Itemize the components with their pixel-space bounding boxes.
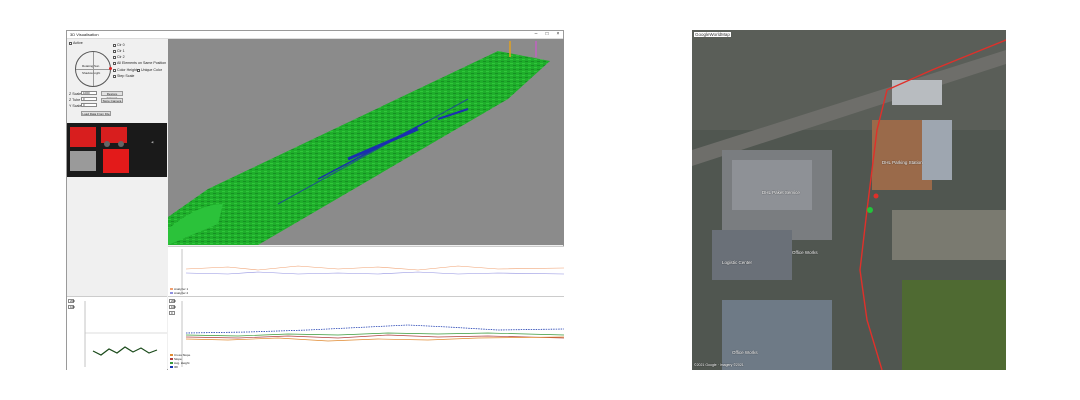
map-imagery — [692, 30, 1006, 370]
map-label: Office Works — [732, 350, 758, 355]
minimize-icon[interactable]: – — [531, 31, 541, 38]
field-label: Z Tube — [69, 98, 81, 102]
svg-text:◀: ◀ — [151, 140, 154, 144]
active-checkbox[interactable]: Active — [69, 41, 83, 45]
legend-label: Analyzer 2 — [174, 291, 189, 295]
checkbox-cir1[interactable]: Cir 1 — [113, 49, 125, 53]
field — [902, 280, 1006, 370]
checkbox-color-height[interactable]: Color Height — [113, 68, 137, 72]
sun-compass[interactable]: Rotating Sun Shadow Light — [75, 51, 112, 87]
app-window: 3D Visualisation – □ × Active Rotating S… — [66, 30, 565, 370]
checkbox-label: Step Scale — [117, 74, 135, 78]
field-label: Y Scale — [69, 104, 82, 108]
vehicle-top-icon — [70, 151, 96, 171]
metrics-plot: 200 100 0 Cross Slope Slope Avg. Height … — [168, 296, 564, 370]
trace-line — [84, 301, 167, 367]
checkbox-label: Cir 0 — [117, 43, 125, 47]
vehicle-icons: ◀ — [70, 127, 154, 173]
window-title: 3D Visualisation — [70, 32, 99, 37]
checkbox-label: Cir 2 — [117, 55, 125, 59]
checkbox-cir2[interactable]: Cir 2 — [113, 55, 125, 59]
control-panel: Active Rotating Sun Shadow Light Cir 0 C… — [67, 39, 167, 295]
terrain-3d-view[interactable] — [168, 39, 564, 245]
restore-camera-button[interactable]: Restore Camera — [101, 91, 123, 100]
building — [712, 230, 792, 280]
y-scale-input[interactable]: 0 — [81, 103, 97, 107]
map-label: Office Works — [792, 250, 818, 255]
map-header: GoogleWorldMap — [694, 32, 731, 37]
terrain-surface — [168, 41, 550, 245]
satellite-map[interactable]: GoogleWorldMap DHL Parking Station DHL P… — [692, 30, 1006, 370]
checkbox-label: Cir 1 — [117, 49, 125, 53]
field-label: Z Scale — [69, 92, 82, 96]
map-label: DHL Parking Station — [882, 160, 923, 165]
compass-bottom-label: Shadow Light — [82, 71, 101, 75]
analyzer-plot: Analyzer 1 Analyzer 2 — [168, 246, 565, 296]
legend-iri: IRI — [170, 365, 178, 369]
analyzer-lines — [181, 249, 565, 295]
maximize-icon[interactable]: □ — [542, 31, 552, 38]
legend-label: IRI — [174, 365, 178, 369]
z-scale-input[interactable]: 1000 — [81, 91, 97, 95]
vehicle-front-icon — [70, 127, 96, 147]
metrics-lines — [181, 301, 564, 367]
vehicle-back-icon — [103, 149, 129, 173]
load-data-button[interactable]: Load Data From File — [81, 111, 111, 116]
compass-top-label: Rotating Sun — [82, 64, 100, 68]
start-marker — [867, 207, 873, 213]
legend-analyzer-2: Analyzer 2 — [170, 291, 188, 295]
checkbox-label: Unique Color — [141, 68, 162, 72]
checkbox-same-position[interactable]: All Elements on Same Position — [113, 61, 166, 65]
vehicle-side-icon — [101, 127, 127, 143]
sun-position-dot[interactable] — [109, 67, 112, 70]
vehicle-preview: ◀ — [67, 123, 167, 177]
checkbox-cir0[interactable]: Cir 0 — [113, 43, 125, 47]
title-bar: 3D Visualisation – □ × — [67, 31, 563, 39]
building — [722, 300, 832, 370]
store-camera-button[interactable]: Store Camera — [101, 98, 123, 103]
close-icon[interactable]: × — [553, 31, 563, 38]
active-label: Active — [73, 41, 83, 45]
map-label: Logistic Center — [722, 260, 753, 265]
checkbox-unique-color[interactable]: Unique Color — [137, 68, 162, 72]
position-trace-plot: 200 100 — [67, 296, 167, 370]
map-label: DHL Paket Service — [762, 190, 800, 195]
checkbox-label: Color Height — [117, 68, 137, 72]
end-marker — [873, 193, 879, 199]
z-tube-input[interactable]: 0 — [81, 97, 97, 101]
building — [922, 120, 952, 180]
checkbox-step-scale[interactable]: Step Scale — [113, 74, 134, 78]
map-attribution: ©2021 Google · Imagery ©2021 — [694, 363, 744, 367]
checkbox-label: All Elements on Same Position — [117, 61, 167, 65]
